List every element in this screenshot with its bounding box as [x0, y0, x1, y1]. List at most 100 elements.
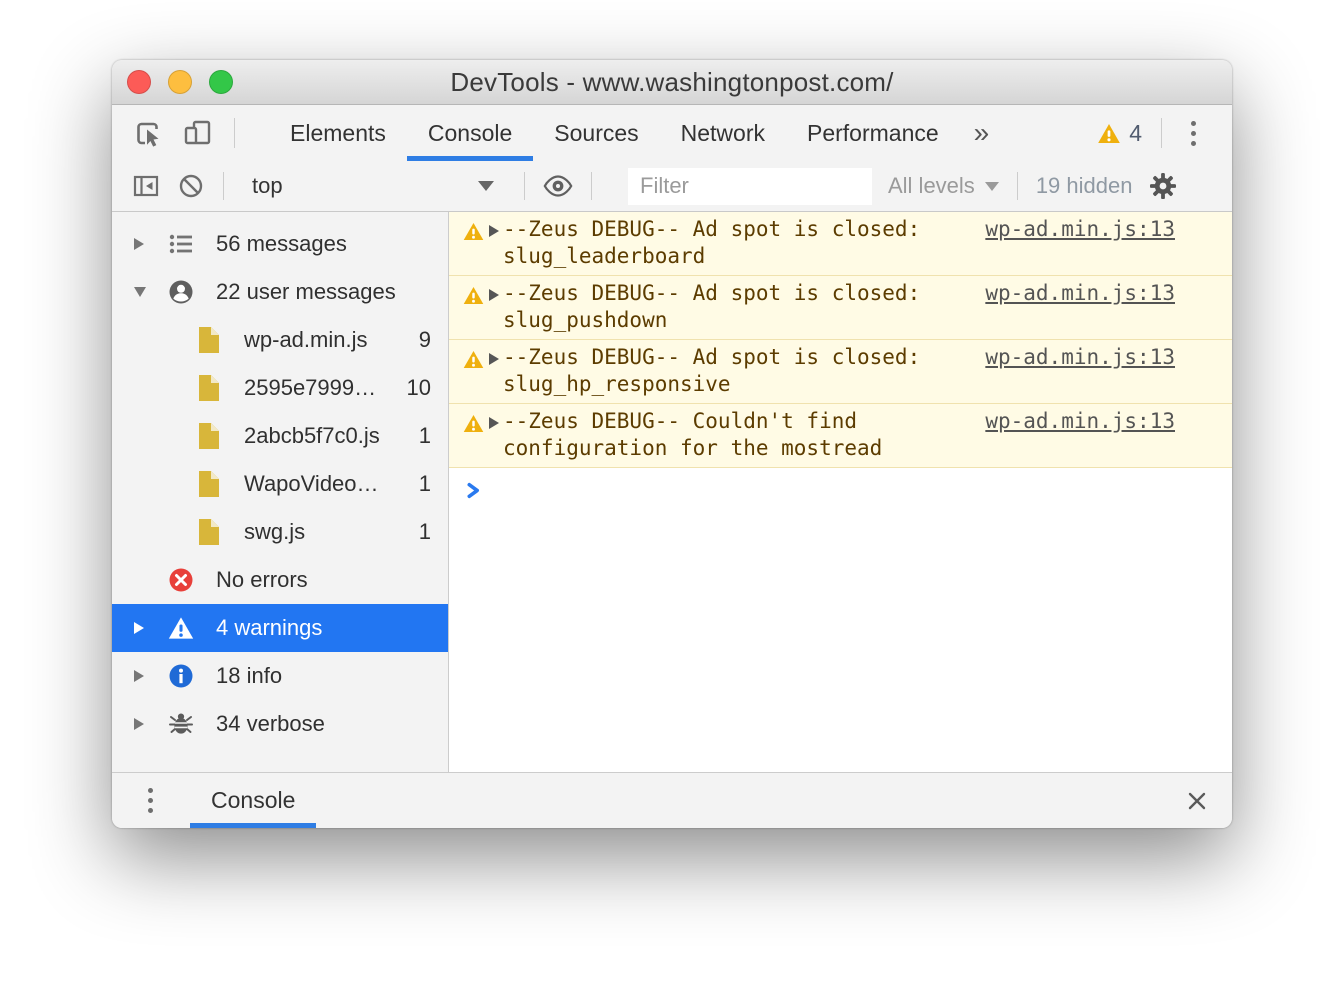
- sidebar-filter-item[interactable]: 2595e7999… 10: [112, 364, 448, 412]
- source-link[interactable]: wp-ad.min.js:13: [985, 344, 1175, 371]
- sidebar-item-count: 1: [418, 423, 431, 448]
- main-menu-icon[interactable]: [1181, 118, 1205, 148]
- drawer-menu-icon[interactable]: [138, 786, 162, 816]
- sidebar-item-label: 56 messages: [216, 231, 347, 256]
- window-title: DevTools - www.washingtonpost.com/: [450, 66, 894, 97]
- warning-icon: [463, 286, 484, 305]
- drawer-tab-console[interactable]: Console: [190, 773, 317, 828]
- drawer-bar: Console: [112, 772, 1232, 828]
- console-warning-message: --Zeus DEBUG-- Couldn't find configurati…: [449, 404, 1232, 468]
- sidebar-filter-item[interactable]: 4 warnings: [112, 604, 448, 652]
- sidebar-filter-item[interactable]: 22 user messages: [112, 268, 448, 316]
- device-toolbar-icon[interactable]: [181, 116, 215, 150]
- sidebar-item-count: 1: [418, 519, 431, 544]
- panel-tab[interactable]: Elements: [269, 105, 407, 161]
- settings-gear-icon[interactable]: [1148, 171, 1178, 201]
- chevron-down-icon: [984, 181, 999, 191]
- expand-arrow-icon[interactable]: [489, 353, 499, 365]
- panel-tab-label: Sources: [554, 119, 639, 146]
- warnings-badge[interactable]: 4: [1097, 120, 1142, 147]
- sidebar-item-label: 4 warnings: [216, 615, 323, 640]
- console-prompt[interactable]: [449, 468, 1232, 500]
- log-levels-value: All levels: [888, 173, 975, 198]
- panel-tab[interactable]: Network: [660, 105, 786, 161]
- expand-arrow-icon[interactable]: [489, 417, 499, 429]
- chevron-down-icon: [478, 181, 494, 191]
- file-icon: [198, 422, 220, 450]
- log-levels-dropdown[interactable]: All levels: [888, 173, 999, 199]
- prompt-chevron-icon: [467, 482, 479, 499]
- sidebar-filter-item[interactable]: 2abcb5f7c0.js 1: [112, 412, 448, 460]
- execution-context-dropdown[interactable]: top: [242, 173, 506, 199]
- eye-icon[interactable]: [543, 175, 573, 197]
- sidebar-item-label: WapoVideo…: [244, 471, 379, 496]
- warning-icon: [463, 350, 484, 369]
- hidden-messages-count: 19 hidden: [1035, 173, 1133, 198]
- sidebar-filter-item[interactable]: wp-ad.min.js 9: [112, 316, 448, 364]
- console-messages-pane: --Zeus DEBUG-- Ad spot is closed: slug_l…: [449, 212, 1232, 772]
- panel-tab-label: Performance: [807, 119, 939, 146]
- expand-arrow-icon[interactable]: [489, 225, 499, 237]
- error-icon: [168, 567, 194, 593]
- panel-tab[interactable]: Console: [406, 105, 534, 161]
- source-link[interactable]: wp-ad.min.js:13: [985, 408, 1175, 435]
- panel-tab-bar: Elements Console Sources Network Perform…: [112, 105, 1232, 161]
- panel-tab[interactable]: Sources: [533, 105, 659, 161]
- filter-input[interactable]: [628, 167, 872, 205]
- panel-tab-label: Elements: [290, 119, 386, 146]
- minimize-window-button[interactable]: [168, 70, 192, 94]
- sidebar-filter-item[interactable]: 34 verbose: [112, 700, 448, 748]
- titlebar: DevTools - www.washingtonpost.com/: [112, 60, 1232, 105]
- sidebar-item-count: 10: [406, 375, 431, 400]
- traffic-lights: [127, 60, 233, 104]
- panel-tab-label: Network: [680, 119, 765, 146]
- console-sidebar: 56 messages 22 user messages wp-ad.min.j…: [112, 212, 449, 772]
- sidebar-item-count: 9: [418, 327, 431, 352]
- execution-context-value: top: [252, 173, 283, 198]
- sidebar-filter-item[interactable]: 56 messages: [112, 220, 448, 268]
- bug-icon: [168, 711, 194, 737]
- expand-arrow-icon: [132, 622, 154, 634]
- more-tabs-button[interactable]: »: [960, 117, 1004, 149]
- message-text: --Zeus DEBUG-- Ad spot is closed: slug_l…: [503, 217, 921, 268]
- sidebar-item-label: 2abcb5f7c0.js: [244, 423, 380, 448]
- sidebar-item-label: wp-ad.min.js: [244, 327, 368, 352]
- console-messages-list: --Zeus DEBUG-- Ad spot is closed: slug_l…: [449, 212, 1232, 468]
- expand-arrow-icon: [132, 718, 154, 730]
- sidebar-item-label: 34 verbose: [216, 711, 325, 736]
- sidebar-item-label: 18 info: [216, 663, 283, 688]
- separator: [524, 172, 525, 200]
- sidebar-item-label: 22 user messages: [216, 279, 396, 304]
- warning-icon: [1098, 123, 1121, 143]
- drawer-tab-label: Console: [211, 787, 296, 813]
- devtools-window: DevTools - www.washingtonpost.com/ Eleme…: [112, 60, 1232, 828]
- console-warning-message: --Zeus DEBUG-- Ad spot is closed: slug_h…: [449, 340, 1232, 404]
- sidebar-filter-item[interactable]: 18 info: [112, 652, 448, 700]
- expand-arrow-icon: [132, 287, 154, 297]
- expand-arrow-icon[interactable]: [489, 289, 499, 301]
- console-warning-message: --Zeus DEBUG-- Ad spot is closed: slug_p…: [449, 276, 1232, 340]
- warning-count: 4: [1129, 119, 1142, 146]
- source-link[interactable]: wp-ad.min.js:13: [985, 216, 1175, 243]
- warning-icon: [463, 414, 484, 433]
- clear-console-icon[interactable]: [177, 172, 205, 200]
- separator: [223, 172, 224, 200]
- message-text: --Zeus DEBUG-- Ad spot is closed: slug_h…: [503, 345, 921, 396]
- zoom-window-button[interactable]: [209, 70, 233, 94]
- warning-icon: [463, 222, 484, 241]
- sidebar-item-count: 1: [418, 471, 431, 496]
- sidebar-toggle-icon[interactable]: [131, 171, 161, 201]
- sidebar-item-label: 2595e7999…: [244, 375, 377, 400]
- console-content: 56 messages 22 user messages wp-ad.min.j…: [112, 212, 1232, 772]
- console-warning-message: --Zeus DEBUG-- Ad spot is closed: slug_l…: [449, 212, 1232, 276]
- sidebar-filter-item[interactable]: swg.js 1: [112, 508, 448, 556]
- expand-arrow-icon: [132, 238, 154, 250]
- source-link[interactable]: wp-ad.min.js:13: [985, 280, 1175, 307]
- sidebar-filter-item[interactable]: No errors: [112, 556, 448, 604]
- file-icon: [198, 518, 220, 546]
- panel-tab[interactable]: Performance: [786, 105, 960, 161]
- close-window-button[interactable]: [127, 70, 151, 94]
- sidebar-filter-item[interactable]: WapoVideo… 1: [112, 460, 448, 508]
- close-drawer-icon[interactable]: [1186, 790, 1208, 812]
- inspect-element-icon[interactable]: [131, 116, 165, 150]
